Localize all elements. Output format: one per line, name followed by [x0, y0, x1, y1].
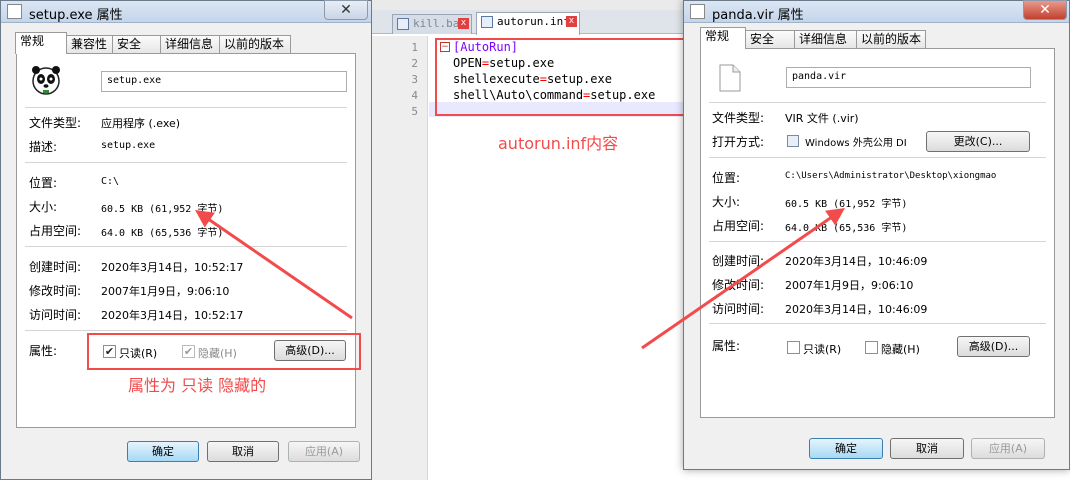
divider: [709, 241, 1046, 242]
type-label: 文件类型:: [29, 116, 82, 130]
line-number: 5: [411, 105, 418, 118]
left-close-button[interactable]: ✕: [324, 0, 368, 20]
window-icon: [7, 4, 22, 19]
filename-field[interactable]: setup.exe: [101, 71, 347, 92]
open-with-label: 打开方式:: [712, 135, 765, 149]
description-value: setup.exe: [101, 140, 156, 151]
editor-tab-kill-bat[interactable]: kill.bat x: [392, 14, 472, 34]
divider: [709, 157, 1046, 158]
tab-general[interactable]: 常规: [15, 32, 67, 54]
right-titlebar: panda.vir 属性 ✕: [684, 0, 1069, 23]
location-label: 位置:: [712, 171, 741, 185]
apply-button[interactable]: 应用(A): [971, 438, 1045, 459]
tab-security[interactable]: 安全: [745, 30, 795, 48]
accessed-value: 2020年3月14日，10:52:17: [101, 309, 244, 322]
tab-details[interactable]: 详细信息: [160, 35, 220, 53]
tab-general[interactable]: 常规: [700, 27, 746, 49]
location-label: 位置:: [29, 176, 58, 190]
change-button[interactable]: 更改(C)...: [926, 131, 1030, 152]
attributes-label: 属性:: [29, 344, 58, 358]
panda-icon: [32, 66, 60, 95]
disk-size-value: 64.0 KB (65,536 字节): [101, 228, 224, 239]
cancel-button[interactable]: 取消: [207, 441, 279, 462]
size-label: 大小:: [29, 200, 58, 214]
apply-button[interactable]: 应用(A): [288, 441, 360, 462]
created-label: 创建时间:: [29, 260, 82, 274]
tab-previous-versions[interactable]: 以前的版本: [219, 35, 291, 53]
file-icon: [397, 18, 409, 30]
modified-label: 修改时间:: [29, 284, 82, 298]
window-icon: [690, 4, 705, 19]
editor-tabbar: kill.bat x autorun.inf x: [372, 10, 683, 35]
ok-button[interactable]: 确定: [809, 438, 883, 459]
readonly-label: 只读(R): [803, 343, 842, 356]
line-number: 4: [411, 89, 418, 102]
divider: [709, 102, 1046, 103]
disk-size-label: 占用空间:: [712, 219, 765, 233]
type-value: VIR 文件 (.vir): [785, 112, 859, 125]
type-label: 文件类型:: [712, 111, 765, 125]
created-value: 2020年3月14日，10:46:09: [785, 255, 928, 268]
right-general-panel: panda.vir 文件类型: VIR 文件 (.vir) 打开方式: Wind…: [700, 48, 1055, 418]
created-label: 创建时间:: [712, 254, 765, 268]
right-close-button[interactable]: ✕: [1023, 0, 1067, 20]
editor-toolbar: [372, 0, 683, 10]
description-label: 描述:: [29, 140, 58, 154]
size-value: 60.5 KB (61,952 字节): [785, 199, 908, 210]
editor-tab-autorun-inf[interactable]: autorun.inf x: [476, 12, 580, 35]
tab-security[interactable]: 安全: [112, 35, 161, 53]
location-value: C:\: [101, 176, 120, 187]
disk-size-value: 64.0 KB (65,536 字节): [785, 223, 908, 234]
line-number: 2: [411, 57, 418, 70]
divider: [25, 162, 347, 163]
size-label: 大小:: [712, 195, 741, 209]
line-number: 1: [411, 41, 418, 54]
modified-value: 2007年1月9日，9:06:10: [785, 279, 914, 292]
file-icon: [719, 64, 741, 92]
open-with-value: Windows 外壳公用 DI: [805, 138, 907, 149]
right-window-title: panda.vir 属性: [712, 8, 804, 23]
advanced-button[interactable]: 高级(D)...: [957, 336, 1030, 357]
tab-previous-versions[interactable]: 以前的版本: [856, 30, 926, 48]
accessed-label: 访问时间:: [712, 302, 765, 316]
tab-details[interactable]: 详细信息: [794, 30, 857, 48]
code-highlight-box: [435, 38, 688, 116]
hidden-label: 隐藏(H): [881, 343, 920, 356]
file-icon: [481, 16, 493, 28]
close-tab-icon[interactable]: x: [458, 18, 469, 29]
modified-label: 修改时间:: [712, 278, 765, 292]
created-value: 2020年3月14日，10:52:17: [101, 261, 244, 274]
divider: [25, 107, 347, 108]
accessed-label: 访问时间:: [29, 308, 82, 322]
attributes-annotation: 属性为 只读 隐藏的: [128, 376, 267, 395]
left-window-title: setup.exe 属性: [29, 8, 123, 23]
hidden-checkbox[interactable]: [865, 341, 878, 354]
ok-button[interactable]: 确定: [127, 441, 199, 462]
readonly-checkbox[interactable]: [787, 341, 800, 354]
line-number-gutter: 1 2 3 4 5: [372, 36, 428, 480]
divider: [25, 246, 347, 247]
attributes-highlight-box: [87, 333, 361, 370]
divider: [25, 330, 347, 331]
right-properties-dialog: panda.vir 属性 ✕ 常规 安全 详细信息 以前的版本 panda.vi…: [683, 0, 1070, 470]
cancel-button[interactable]: 取消: [890, 438, 964, 459]
divider: [709, 323, 1046, 324]
type-value: 应用程序 (.exe): [101, 117, 181, 130]
left-titlebar: setup.exe 属性 ✕: [1, 0, 371, 23]
app-icon: [787, 135, 799, 147]
line-number: 3: [411, 73, 418, 86]
left-properties-dialog: setup.exe 属性 ✕ 常规 兼容性 安全 详细信息 以前的版本 setu…: [0, 0, 372, 480]
editor-tab-label: autorun.inf: [497, 15, 570, 28]
accessed-value: 2020年3月14日，10:46:09: [785, 303, 928, 316]
disk-size-label: 占用空间:: [29, 224, 82, 238]
close-tab-icon[interactable]: x: [566, 16, 577, 27]
attributes-label: 属性:: [712, 339, 741, 353]
tab-compatibility[interactable]: 兼容性: [66, 35, 113, 53]
filename-field[interactable]: panda.vir: [786, 67, 1031, 88]
size-value: 60.5 KB (61,952 字节): [101, 204, 224, 215]
code-annotation: autorun.inf内容: [498, 134, 619, 153]
location-value: C:\Users\Administrator\Desktop\xiongmao: [785, 171, 997, 181]
modified-value: 2007年1月9日，9:06:10: [101, 285, 230, 298]
